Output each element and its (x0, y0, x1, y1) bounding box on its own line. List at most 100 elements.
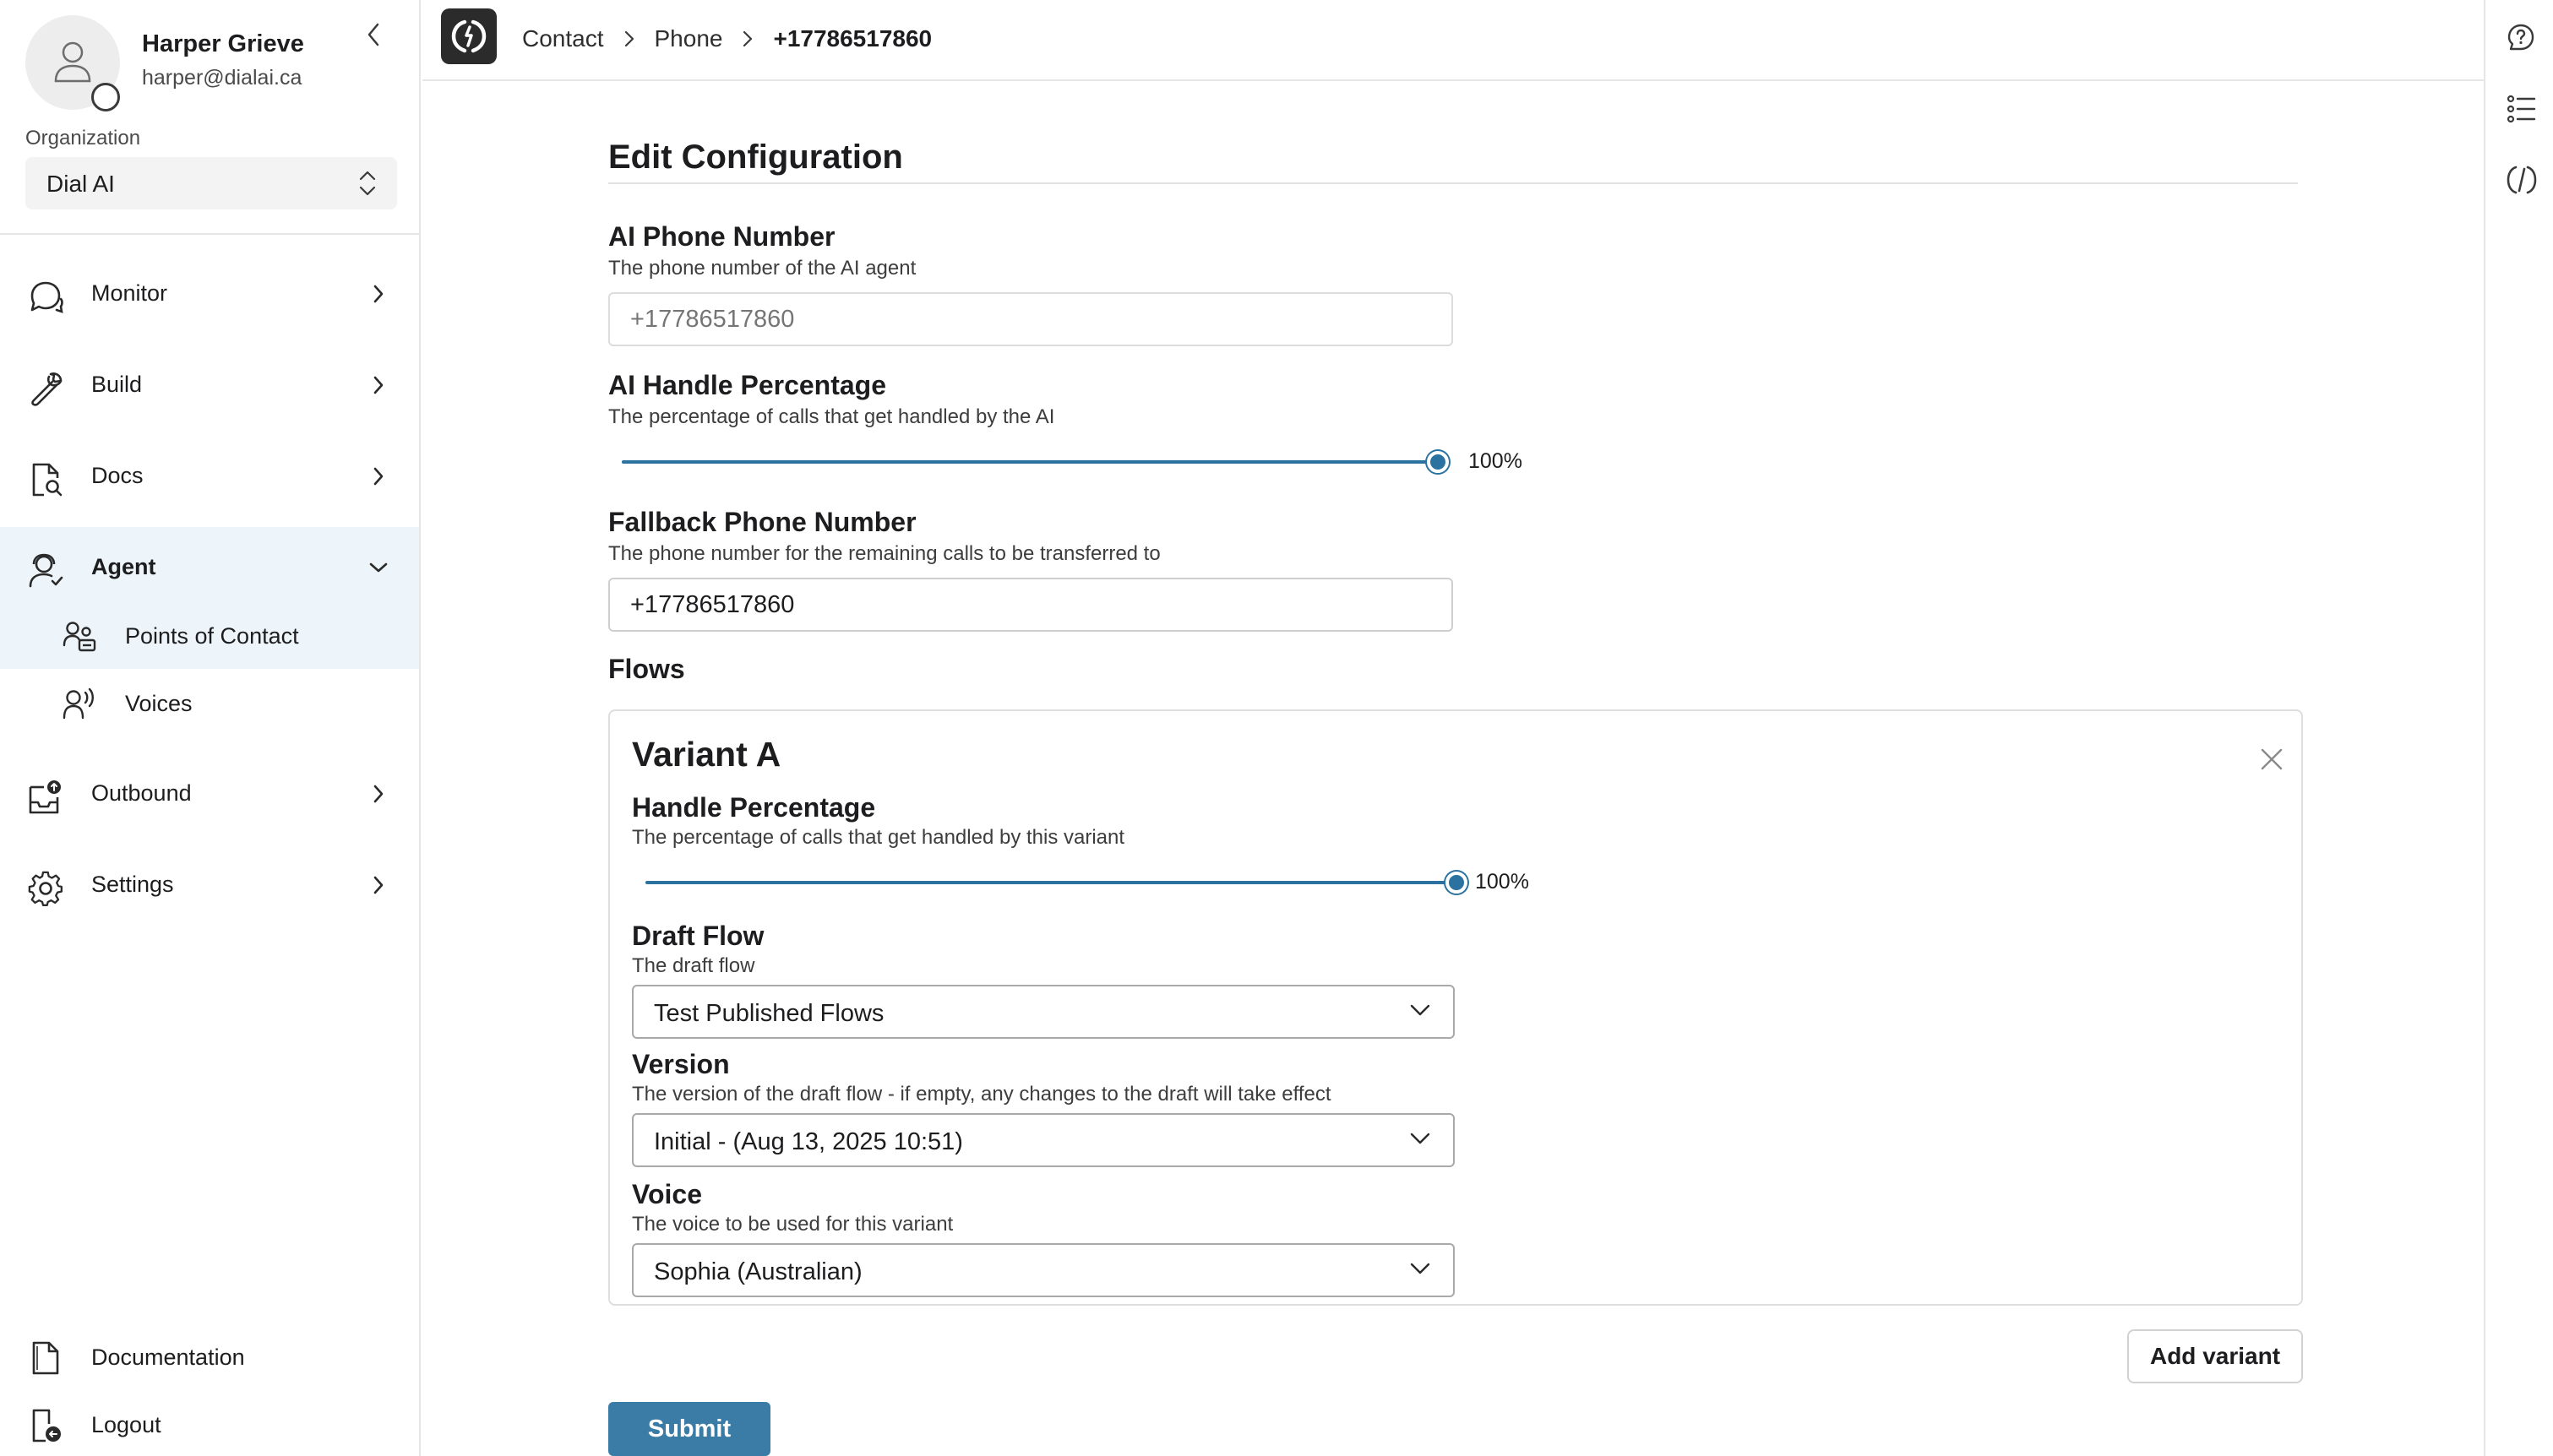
ai-phone-number-input[interactable] (608, 292, 1453, 346)
documentation-icon (32, 1341, 59, 1375)
sidebar-item-outbound[interactable]: Outbound (0, 753, 419, 834)
slider-fill (622, 460, 1438, 464)
remove-variant-button[interactable] (2257, 745, 2286, 774)
right-rail (2484, 0, 2553, 1456)
help-button[interactable] (2504, 20, 2539, 56)
chevron-down-icon (1410, 1133, 1430, 1144)
draft-flow-value: Test Published Flows (654, 1000, 885, 1027)
sidebar-item-agent[interactable]: Agent (0, 527, 419, 608)
voice-help: The voice to be used for this variant (632, 1213, 954, 1236)
breadcrumb-current: +17786517860 (773, 25, 933, 52)
logout-button[interactable]: Logout (0, 1395, 419, 1454)
page-title: Edit Configuration (608, 139, 903, 176)
version-label: Version (632, 1049, 730, 1079)
logo-icon (451, 19, 487, 53)
ai-handle-percentage-value: 100% (1468, 449, 1522, 473)
sidebar-item-label: Settings (91, 872, 174, 897)
sidebar-item-docs[interactable]: Docs (0, 436, 419, 517)
agent-icon (29, 553, 63, 588)
sidebar-item-label: Monitor (91, 280, 168, 306)
breadcrumb-contact[interactable]: Contact (522, 25, 604, 52)
version-value: Initial - (Aug 13, 2025 10:51) (654, 1128, 963, 1155)
gear-icon (28, 871, 63, 906)
breadcrumb: Contact Phone +17786517860 (522, 22, 932, 56)
draft-flow-help: The draft flow (632, 954, 755, 977)
handle-percentage-help: The percentage of calls that get handled… (632, 826, 1125, 849)
up-down-chevron-icon (359, 171, 376, 196)
help-icon (2507, 24, 2534, 51)
voice-select[interactable]: Sophia (Australian) (632, 1243, 1455, 1297)
sidebar-subitem-points-of-contact[interactable]: Points of Contact (0, 603, 419, 669)
sidebar-item-label: Docs (91, 463, 144, 488)
organization-select[interactable]: Dial AI (25, 157, 397, 209)
outbound-inbox-icon (29, 780, 61, 814)
wrench-icon (31, 372, 63, 406)
sidebar-item-documentation[interactable]: Documentation (0, 1328, 419, 1387)
organization-value: Dial AI (46, 171, 115, 197)
chevron-right-icon (373, 876, 384, 894)
status-indicator (91, 83, 120, 111)
fallback-phone-number-label: Fallback Phone Number (608, 507, 917, 537)
sidebar-item-build[interactable]: Build (0, 345, 419, 426)
sidebar-item-label: Agent (91, 554, 156, 579)
chat-bubble-icon (30, 281, 63, 313)
list-icon (2507, 95, 2536, 123)
flows-label: Flows (608, 654, 685, 684)
slider-thumb[interactable] (1445, 872, 1467, 894)
submit-button[interactable]: Submit (608, 1402, 770, 1456)
sidebar-subitem-label: Voices (125, 691, 193, 716)
user-email: harper@dialai.ca (142, 66, 302, 90)
breadcrumb-phone[interactable]: Phone (655, 25, 723, 52)
code-icon (2507, 166, 2537, 194)
sidebar-item-settings[interactable]: Settings (0, 845, 419, 926)
sidebar-subitem-voices[interactable]: Voices (0, 671, 419, 736)
sidebar-item-label: Logout (91, 1412, 161, 1437)
voice-label: Voice (632, 1179, 702, 1209)
ai-phone-number-help: The phone number of the AI agent (608, 257, 917, 280)
sidebar: Harper Grieve harper@dialai.ca Organizat… (0, 0, 421, 1456)
chevron-right-icon (624, 30, 634, 47)
close-icon (2261, 748, 2283, 770)
user-icon (54, 41, 91, 83)
chevron-left-icon (367, 23, 379, 46)
organization-label: Organization (25, 127, 141, 149)
voice-value: Sophia (Australian) (654, 1258, 863, 1285)
edit-configuration-form: Edit Configuration AI Phone Number The p… (422, 83, 2484, 1456)
contacts-icon (63, 622, 96, 652)
chevron-right-icon (743, 30, 753, 47)
collapse-sidebar-button[interactable] (360, 19, 387, 51)
sidebar-item-monitor[interactable]: Monitor (0, 253, 419, 334)
code-button[interactable] (2504, 162, 2539, 198)
list-button[interactable] (2504, 91, 2539, 127)
fallback-phone-number-help: The phone number for the remaining calls… (608, 542, 1161, 565)
sidebar-divider (0, 233, 421, 235)
chevron-right-icon (373, 467, 384, 486)
draft-flow-select[interactable]: Test Published Flows (632, 985, 1455, 1039)
draft-flow-label: Draft Flow (632, 921, 765, 951)
ai-handle-percentage-label: AI Handle Percentage (608, 370, 886, 400)
ai-handle-percentage-slider[interactable] (622, 449, 1449, 475)
chevron-down-icon (1410, 1004, 1430, 1016)
app-logo[interactable] (441, 8, 497, 64)
add-variant-button[interactable]: Add variant (2127, 1329, 2303, 1383)
slider-thumb[interactable] (1427, 451, 1449, 473)
handle-percentage-label: Handle Percentage (632, 792, 876, 823)
sidebar-item-label: Build (91, 372, 143, 397)
top-bar: Contact Phone +17786517860 (422, 0, 2484, 81)
user-name: Harper Grieve (142, 30, 304, 57)
fallback-phone-number-input[interactable] (608, 578, 1453, 632)
ai-phone-number-label: AI Phone Number (608, 221, 836, 252)
chevron-right-icon (373, 376, 384, 394)
sidebar-subitem-label: Points of Contact (125, 623, 299, 649)
sidebar-item-label: Documentation (91, 1345, 245, 1370)
chevron-right-icon (373, 285, 384, 303)
chevron-down-icon (369, 562, 388, 573)
user-profile: Harper Grieve harper@dialai.ca (25, 15, 406, 111)
handle-percentage-slider[interactable] (645, 870, 1467, 895)
handle-percentage-value: 100% (1475, 870, 1529, 894)
slider-fill (645, 881, 1456, 884)
ai-handle-percentage-help: The percentage of calls that get handled… (608, 405, 1055, 428)
variant-title: Variant A (632, 735, 781, 774)
chevron-right-icon (373, 785, 384, 803)
version-select[interactable]: Initial - (Aug 13, 2025 10:51) (632, 1113, 1455, 1167)
